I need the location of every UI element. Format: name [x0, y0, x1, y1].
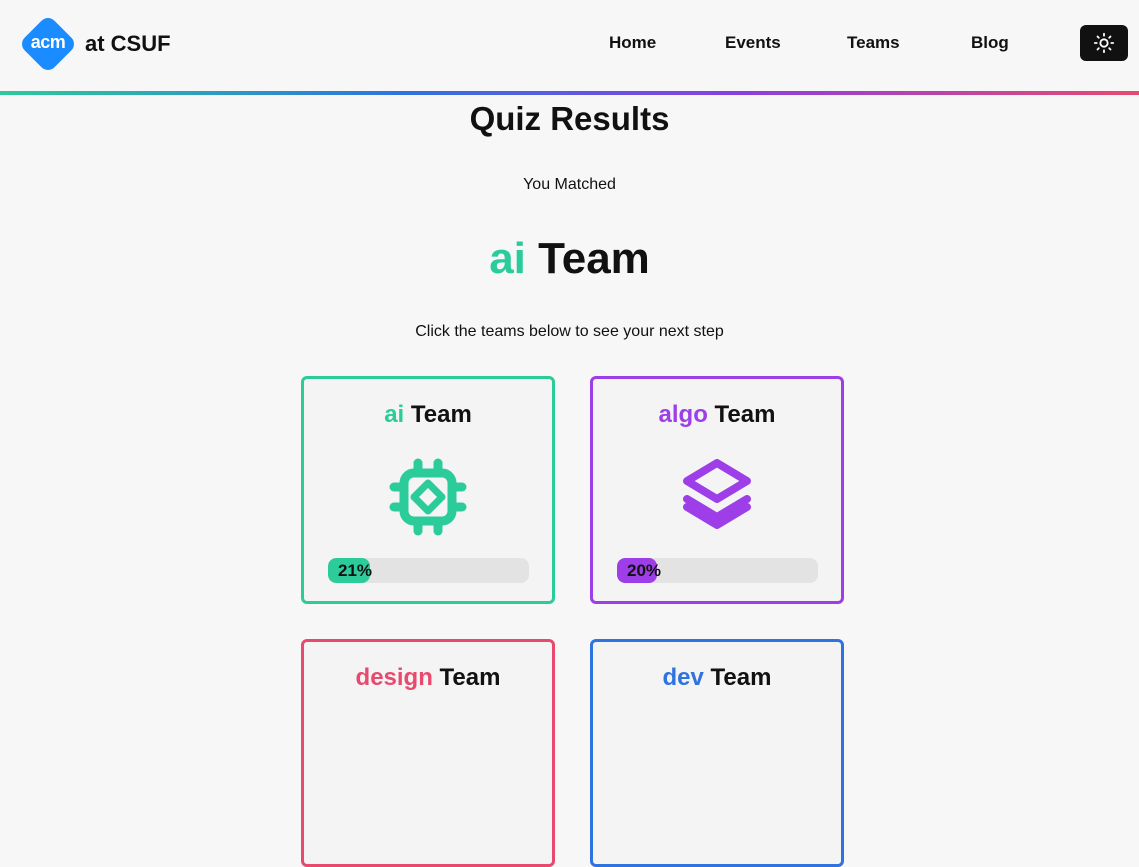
logo-text: at CSUF	[85, 31, 171, 56]
team-card-suffix: Team	[710, 664, 772, 691]
chip-icon	[389, 458, 467, 536]
logo-badge-text: acm	[30, 31, 66, 52]
team-card-title: algo Team	[593, 401, 841, 429]
site-header: acm at CSUF Home Events Teams Blog	[0, 0, 1139, 91]
stack-icon	[683, 459, 751, 529]
theme-toggle-button[interactable]	[1080, 25, 1128, 61]
page-title: Quiz Results	[469, 100, 670, 137]
nav-blog[interactable]: Blog	[971, 33, 1009, 53]
header-gradient-divider	[0, 91, 1139, 95]
acm-logo-badge: acm	[17, 13, 79, 75]
matched-team-name: ai	[489, 234, 526, 283]
team-card-dev[interactable]: dev Team	[590, 639, 844, 867]
matched-label: You Matched	[523, 176, 616, 193]
match-progress-bar: 20%	[617, 558, 818, 583]
matched-team-heading: ai Team	[0, 234, 1139, 284]
team-card-suffix: Team	[410, 401, 472, 428]
team-card-suffix: Team	[714, 401, 776, 428]
team-card-title: design Team	[304, 664, 552, 692]
nav-events[interactable]: Events	[725, 33, 781, 53]
matched-team-suffix: Team	[538, 234, 650, 283]
next-step-hint: Click the teams below to see your next s…	[415, 323, 724, 340]
team-card-design[interactable]: design Team	[301, 639, 555, 867]
nav-home[interactable]: Home	[609, 33, 656, 53]
sun-icon	[1093, 32, 1115, 54]
nav-teams[interactable]: Teams	[847, 33, 900, 53]
team-card-suffix: Team	[439, 664, 501, 691]
team-card-title: dev Team	[593, 664, 841, 692]
acm-logo[interactable]: acm at CSUF	[17, 13, 171, 75]
team-card-title: ai Team	[304, 401, 552, 429]
match-percent: 20%	[627, 561, 662, 580]
match-percent: 21%	[338, 561, 373, 580]
team-card-name: ai	[384, 401, 405, 428]
team-card-name: dev	[662, 664, 704, 691]
match-progress-bar: 21%	[328, 558, 529, 583]
team-card-name: algo	[658, 401, 708, 428]
team-card-name: design	[355, 664, 433, 691]
team-card-ai[interactable]: ai Team 21%	[301, 376, 555, 604]
team-card-algo[interactable]: algo Team 20%	[590, 376, 844, 604]
